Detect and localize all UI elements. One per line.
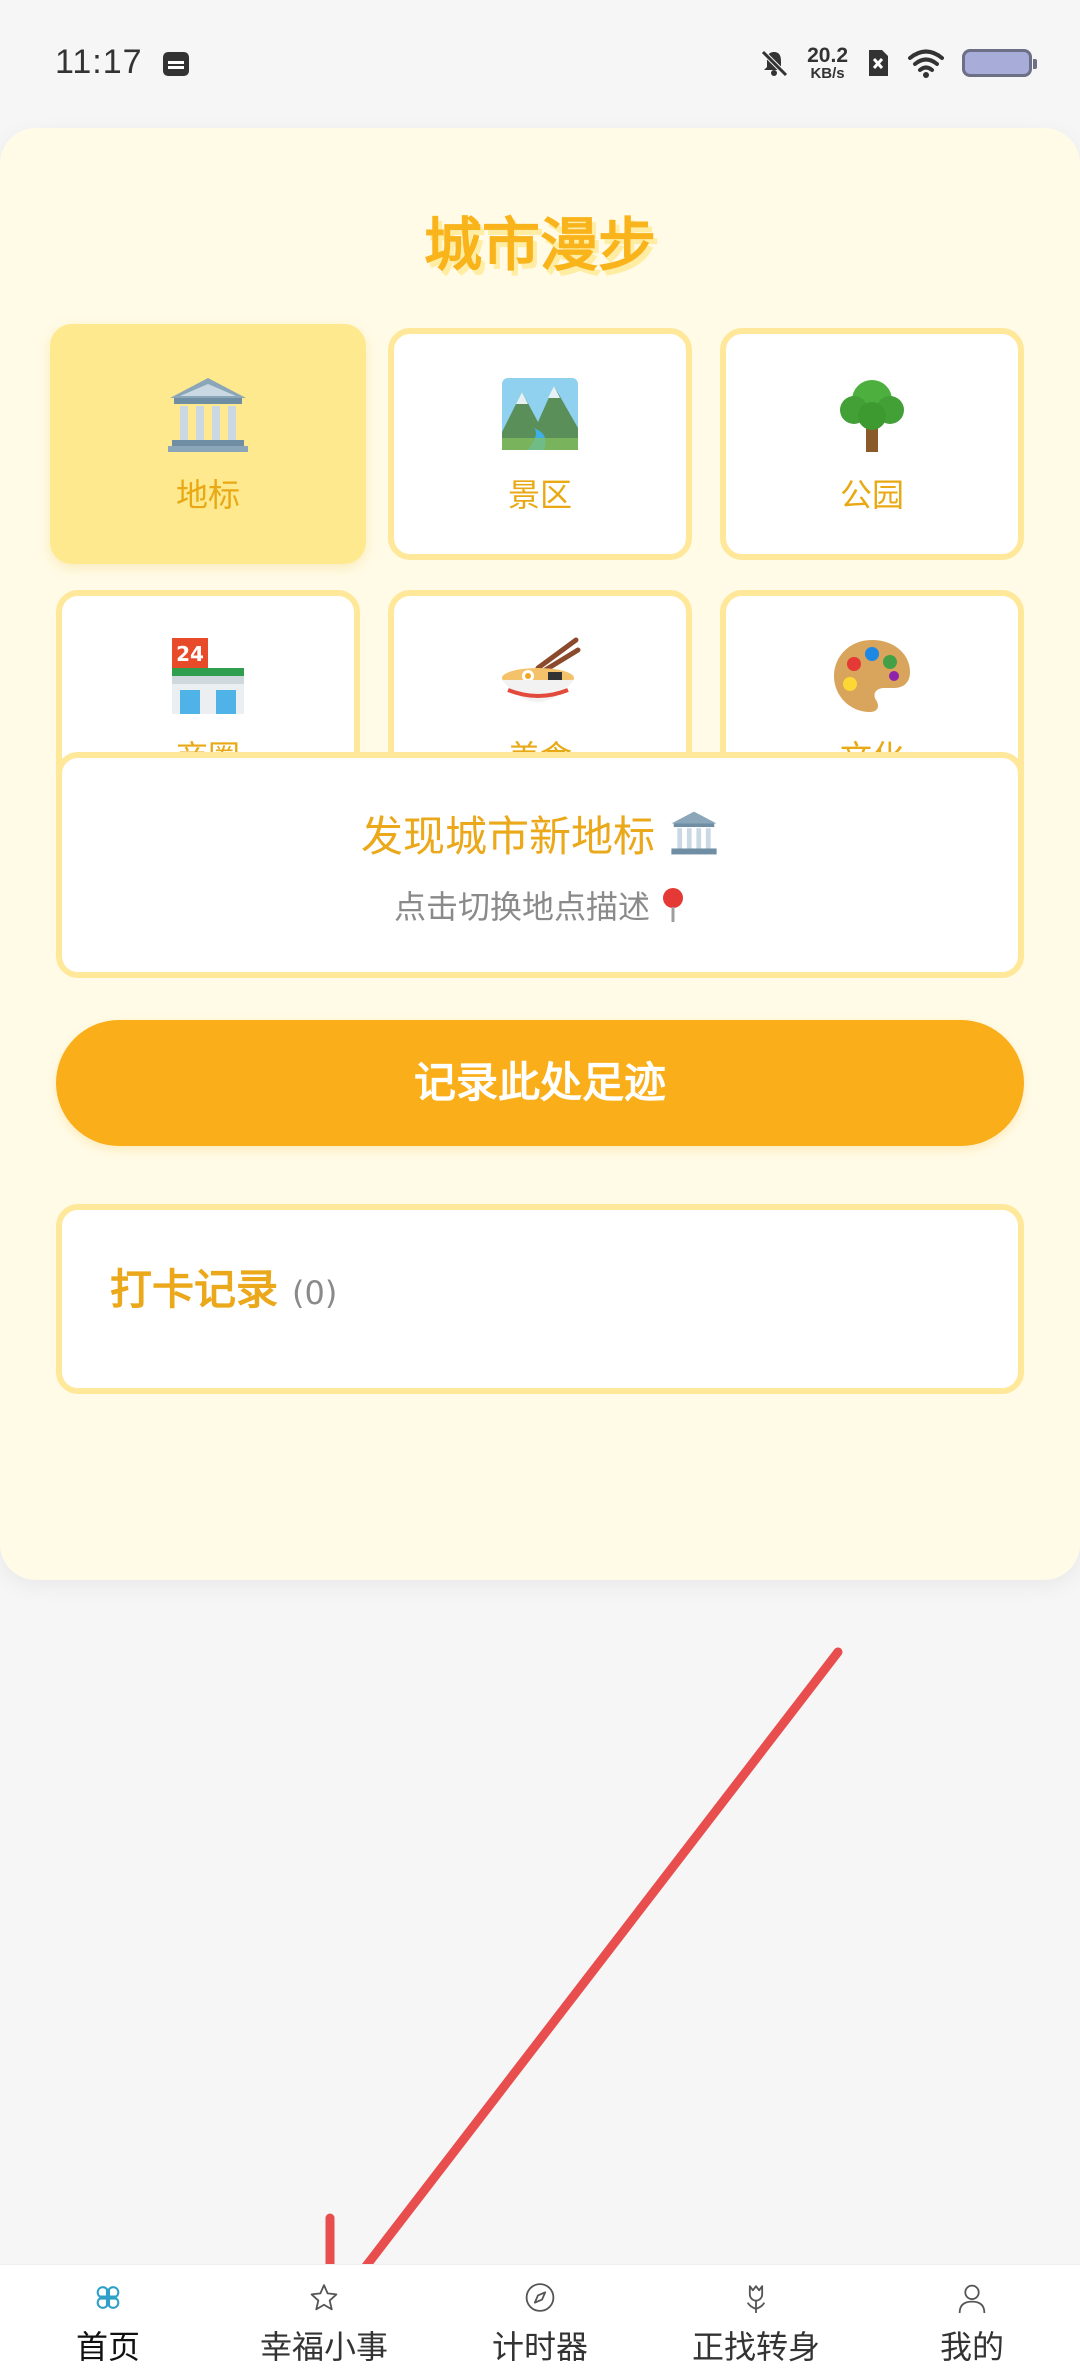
category-scenic[interactable]: 景区 bbox=[388, 328, 692, 560]
palette-icon bbox=[834, 640, 910, 712]
nav-label: 计时器 bbox=[491, 2328, 588, 2366]
noodle-bowl-icon bbox=[502, 637, 581, 702]
battery-icon bbox=[962, 48, 1037, 77]
map-pin-icon bbox=[663, 887, 683, 922]
tulip-icon bbox=[746, 2285, 766, 2313]
category-label: 地标 bbox=[175, 476, 240, 514]
nav-item-mine[interactable]: 我的 bbox=[864, 2265, 1080, 2368]
status-bar: 11:17 20.2 KB/s bbox=[0, 0, 1080, 125]
nav-label: 首页 bbox=[75, 2328, 140, 2366]
calendar-notification-icon bbox=[162, 51, 189, 76]
star-icon bbox=[310, 2284, 338, 2311]
scenic-landscape-icon bbox=[502, 378, 578, 450]
discover-landmark-card[interactable]: 发现城市新地标 点击切换地点描述 bbox=[56, 752, 1024, 978]
nav-item-timer[interactable]: 计时器 bbox=[432, 2265, 648, 2368]
checkin-count: (0) bbox=[292, 1274, 338, 1312]
category-park[interactable]: 公园 bbox=[720, 328, 1024, 560]
page-title: 城市漫步 bbox=[423, 211, 656, 279]
record-footprint-button[interactable]: 记录此处足迹 bbox=[56, 1020, 1024, 1146]
no-sim-icon bbox=[869, 49, 888, 76]
network-speed: 20.2 KB/s bbox=[807, 43, 848, 82]
category-label: 公园 bbox=[839, 476, 904, 514]
bottom-navigation: 首页 幸福小事 计时器 正找转身 我的 bbox=[0, 2264, 1080, 2368]
convenience-store-icon: 24 bbox=[172, 638, 244, 714]
nav-item-turnaround[interactable]: 正找转身 bbox=[648, 2265, 864, 2368]
discover-title: 发现城市新地标 bbox=[360, 811, 655, 861]
svg-text:24: 24 bbox=[176, 642, 204, 666]
clock: 11:17 bbox=[55, 43, 143, 81]
mute-bell-icon bbox=[761, 49, 788, 77]
classical-building-icon bbox=[168, 378, 248, 452]
clover-icon bbox=[96, 2286, 120, 2309]
nav-label: 正找转身 bbox=[691, 2328, 820, 2366]
tree-icon bbox=[840, 380, 904, 452]
checkin-records-card[interactable]: 打卡记录 (0) bbox=[56, 1204, 1024, 1394]
category-landmark[interactable]: 地标 bbox=[50, 324, 366, 564]
nav-item-happy-things[interactable]: 幸福小事 bbox=[216, 2265, 432, 2368]
compass-icon bbox=[525, 2283, 555, 2312]
wifi-icon bbox=[908, 49, 944, 78]
checkin-title: 打卡记录 bbox=[110, 1265, 279, 1314]
discover-subtitle: 点击切换地点描述 bbox=[393, 887, 650, 926]
nav-item-home[interactable]: 首页 bbox=[0, 2265, 216, 2368]
nav-label: 幸福小事 bbox=[259, 2328, 388, 2366]
classical-building-icon bbox=[671, 811, 717, 855]
category-label: 景区 bbox=[507, 476, 572, 514]
person-icon bbox=[958, 2284, 986, 2314]
nav-label: 我的 bbox=[939, 2328, 1004, 2366]
